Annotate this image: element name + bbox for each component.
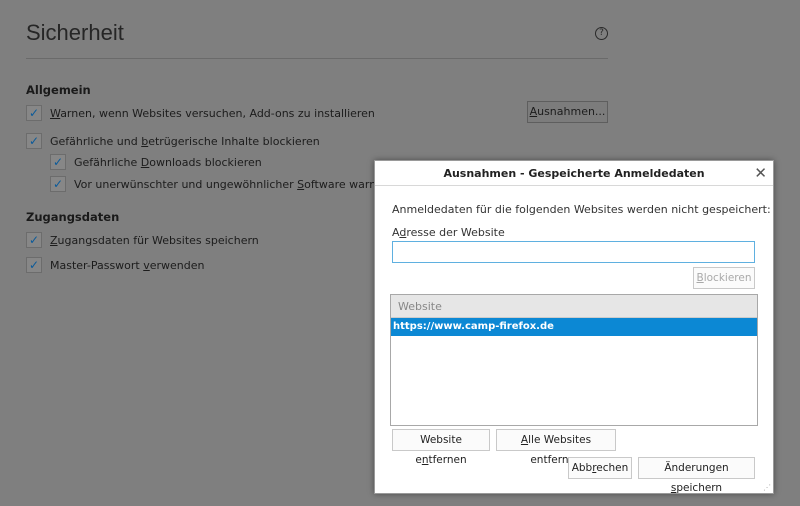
remove-all-websites-button[interactable]: Alle Websites entfernen bbox=[496, 429, 616, 466]
website-table: Website https://www.camp-firefox.de bbox=[390, 294, 758, 426]
checkbox-master-password[interactable]: ✓ Master-Passwort verwenden bbox=[26, 257, 205, 273]
checkbox-block-dangerous[interactable]: ✓ Gefährliche und betrügerische Inhalte … bbox=[26, 133, 320, 149]
checkbox-save-logins[interactable]: ✓ Zugangsdaten für Websites speichern bbox=[26, 232, 259, 248]
checkbox-block-downloads[interactable]: ✓ Gefährliche Downloads blockieren bbox=[50, 154, 262, 170]
block-button[interactable]: Blockieren bbox=[693, 267, 755, 289]
checkbox-warn-software[interactable]: ✓ Vor unerwünschter und ungewöhnlicher S… bbox=[50, 176, 390, 192]
exceptions-button[interactable]: Ausnahmen... bbox=[527, 101, 608, 123]
save-changes-button[interactable]: Änderungen speichern bbox=[638, 457, 755, 494]
checkmark-icon: ✓ bbox=[26, 232, 42, 248]
checkmark-icon: ✓ bbox=[26, 105, 42, 121]
dialog-description: Anmeldedaten für die folgenden Websites … bbox=[392, 203, 771, 216]
checkbox-warn-addons[interactable]: ✓ Warnen, wenn Websites versuchen, Add-o… bbox=[26, 105, 375, 121]
checkmark-icon: ✓ bbox=[50, 154, 66, 170]
checkmark-icon: ✓ bbox=[26, 133, 42, 149]
page-title: Sicherheit bbox=[26, 20, 124, 45]
checkbox-label: Gefährliche und betrügerische Inhalte bl… bbox=[50, 134, 320, 148]
section-heading-general: Allgemein bbox=[26, 83, 91, 97]
resize-grip-icon[interactable]: ⋰ bbox=[763, 483, 771, 492]
cancel-button[interactable]: Abbrechen bbox=[568, 457, 632, 479]
checkbox-label: Gefährliche Downloads blockieren bbox=[74, 155, 262, 169]
checkbox-label: Master-Passwort verwenden bbox=[50, 258, 205, 272]
address-input[interactable] bbox=[392, 241, 755, 263]
checkbox-label: Warnen, wenn Websites versuchen, Add-ons… bbox=[50, 106, 375, 120]
column-header-website[interactable]: Website bbox=[391, 295, 757, 318]
checkmark-icon: ✓ bbox=[26, 257, 42, 273]
exceptions-dialog: Ausnahmen - Gespeicherte Anmeldedaten ✕ … bbox=[374, 160, 774, 494]
table-row[interactable]: https://www.camp-firefox.de bbox=[391, 318, 757, 336]
checkmark-icon: ✓ bbox=[50, 176, 66, 192]
close-icon[interactable]: ✕ bbox=[754, 164, 767, 182]
remove-website-button[interactable]: Website entfernen bbox=[392, 429, 490, 466]
checkbox-label: Vor unerwünschter und ungewöhnlicher Sof… bbox=[74, 177, 390, 191]
address-label: Adresse der Website bbox=[392, 226, 505, 239]
section-heading-logins: Zugangsdaten bbox=[26, 210, 120, 224]
dialog-title: Ausnahmen - Gespeicherte Anmeldedaten bbox=[375, 161, 773, 186]
question-circle-icon[interactable]: ? bbox=[595, 27, 608, 40]
divider bbox=[26, 58, 608, 59]
checkbox-label: Zugangsdaten für Websites speichern bbox=[50, 233, 259, 247]
